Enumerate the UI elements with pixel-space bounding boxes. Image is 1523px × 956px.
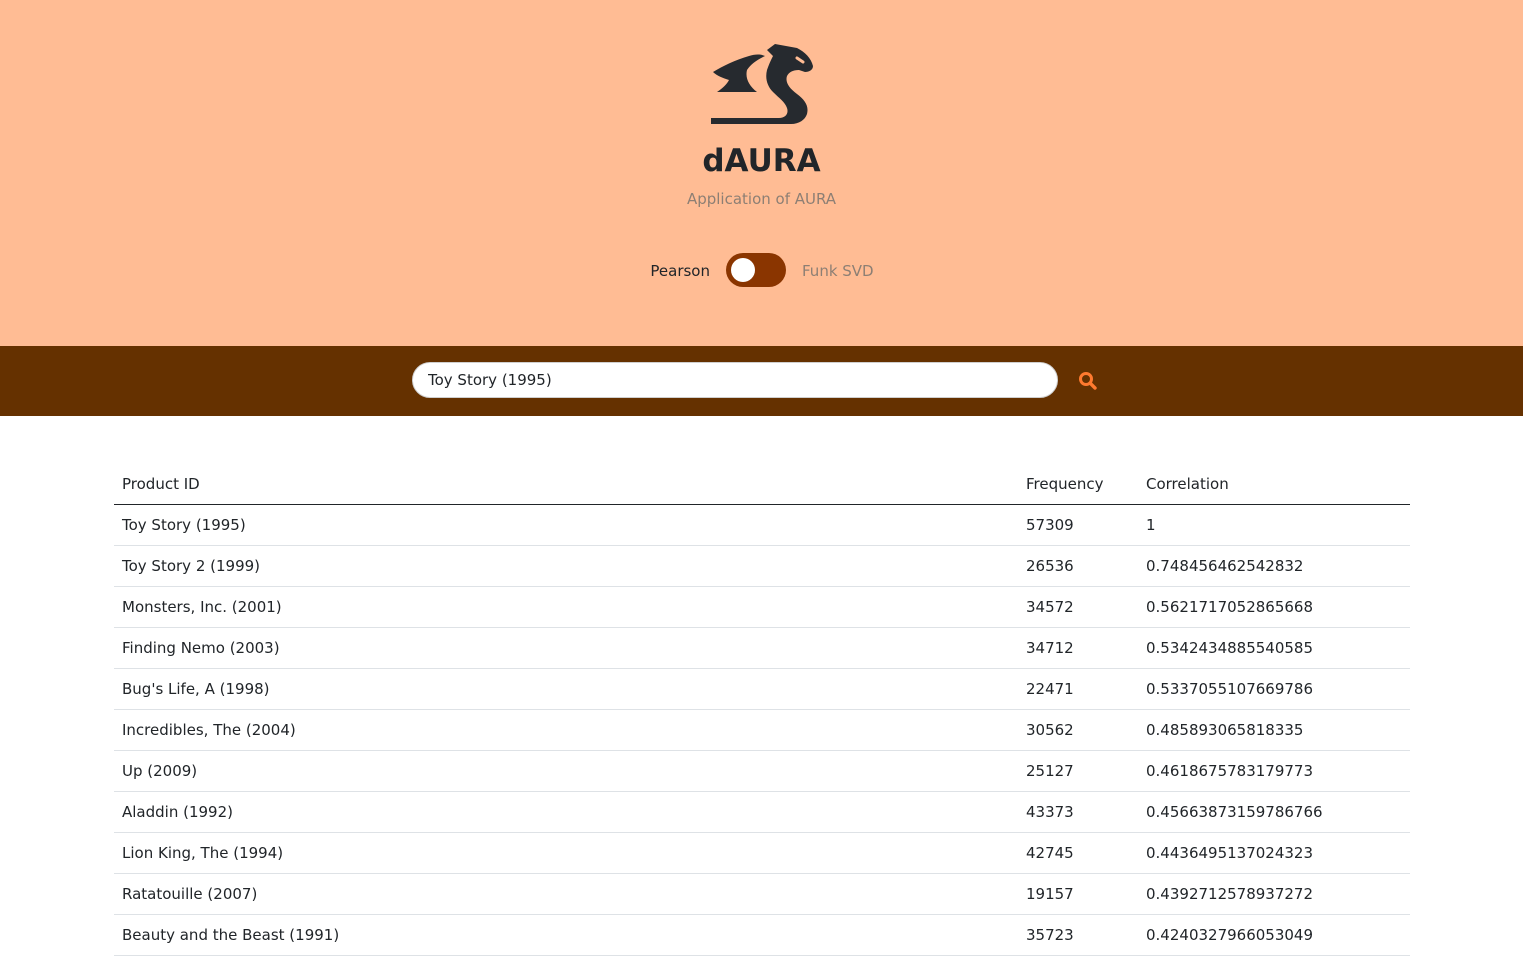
- table-row: Aladdin (1992) 43373 0.45663873159786766: [114, 791, 1410, 833]
- search-icon[interactable]: [1076, 369, 1100, 393]
- table-header-row: Product ID Frequency Correlation: [114, 464, 1410, 505]
- frequency-cell: 42745: [1018, 832, 1138, 874]
- frequency-cell: 19157: [1018, 873, 1138, 915]
- product-id-cell: Lion King, The (1994): [114, 832, 1018, 874]
- table-row: Lion King, The (1994) 42745 0.4436495137…: [114, 832, 1410, 874]
- frequency-cell: 35723: [1018, 914, 1138, 956]
- product-id-cell: Monsters, Inc. (2001): [114, 586, 1018, 628]
- frequency-cell: 25127: [1018, 750, 1138, 792]
- table-row: Incredibles, The (2004) 30562 0.48589306…: [114, 709, 1410, 751]
- algorithm-toggle[interactable]: [726, 253, 786, 287]
- dragon-icon: [711, 44, 813, 124]
- column-header-frequency: Frequency: [1018, 464, 1138, 505]
- funk-svd-label[interactable]: Funk SVD: [802, 261, 874, 281]
- product-id-cell: Up (2009): [114, 750, 1018, 792]
- table-row: Finding Nemo (2003) 34712 0.534243488554…: [114, 627, 1410, 669]
- frequency-cell: 26536: [1018, 545, 1138, 587]
- header-banner: dAURA Application of AURA Pearson Funk S…: [0, 0, 1523, 346]
- algorithm-switch: Pearson Funk SVD: [0, 252, 1523, 288]
- search-input[interactable]: [412, 362, 1058, 398]
- pearson-label[interactable]: Pearson: [650, 261, 710, 281]
- product-id-cell: Toy Story 2 (1999): [114, 545, 1018, 587]
- correlation-cell: 0.4392712578937272: [1138, 873, 1410, 915]
- frequency-cell: 34712: [1018, 627, 1138, 669]
- correlation-cell: 0.4618675783179773: [1138, 750, 1410, 792]
- column-header-correlation: Correlation: [1138, 464, 1410, 505]
- toggle-knob: [731, 258, 755, 282]
- correlation-cell: 1: [1138, 504, 1410, 546]
- product-id-cell: Incredibles, The (2004): [114, 709, 1018, 751]
- product-id-cell: Aladdin (1992): [114, 791, 1018, 833]
- search-bar: [0, 346, 1523, 416]
- frequency-cell: 22471: [1018, 668, 1138, 710]
- table-row: Up (2009) 25127 0.4618675783179773: [114, 750, 1410, 792]
- column-header-product-id: Product ID: [114, 464, 1018, 505]
- app-subtitle: Application of AURA: [686, 190, 837, 208]
- table-row: Beauty and the Beast (1991) 35723 0.4240…: [114, 914, 1410, 956]
- correlation-cell: 0.5621717052865668: [1138, 586, 1410, 628]
- table-row: Ratatouille (2007) 19157 0.4392712578937…: [114, 873, 1410, 915]
- correlation-cell: 0.5342434885540585: [1138, 627, 1410, 669]
- correlation-cell: 0.5337055107669786: [1138, 668, 1410, 710]
- frequency-cell: 34572: [1018, 586, 1138, 628]
- app-title: dAURA: [702, 143, 821, 179]
- frequency-cell: 57309: [1018, 504, 1138, 546]
- table-row: Monsters, Inc. (2001) 34572 0.5621717052…: [114, 586, 1410, 628]
- product-id-cell: Bug's Life, A (1998): [114, 668, 1018, 710]
- correlation-cell: 0.45663873159786766: [1138, 791, 1410, 833]
- frequency-cell: 43373: [1018, 791, 1138, 833]
- product-id-cell: Ratatouille (2007): [114, 873, 1018, 915]
- results-table: Product ID Frequency Correlation Toy Sto…: [114, 464, 1410, 956]
- product-id-cell: Beauty and the Beast (1991): [114, 914, 1018, 956]
- correlation-cell: 0.748456462542832: [1138, 545, 1410, 587]
- frequency-cell: 30562: [1018, 709, 1138, 751]
- correlation-cell: 0.4436495137024323: [1138, 832, 1410, 874]
- correlation-cell: 0.485893065818335: [1138, 709, 1410, 751]
- product-id-cell: Toy Story (1995): [114, 504, 1018, 546]
- table-row: Bug's Life, A (1998) 22471 0.53370551076…: [114, 668, 1410, 710]
- correlation-cell: 0.4240327966053049: [1138, 914, 1410, 956]
- table-row: Toy Story 2 (1999) 26536 0.7484564625428…: [114, 545, 1410, 587]
- product-id-cell: Finding Nemo (2003): [114, 627, 1018, 669]
- table-row: Toy Story (1995) 57309 1: [114, 504, 1410, 546]
